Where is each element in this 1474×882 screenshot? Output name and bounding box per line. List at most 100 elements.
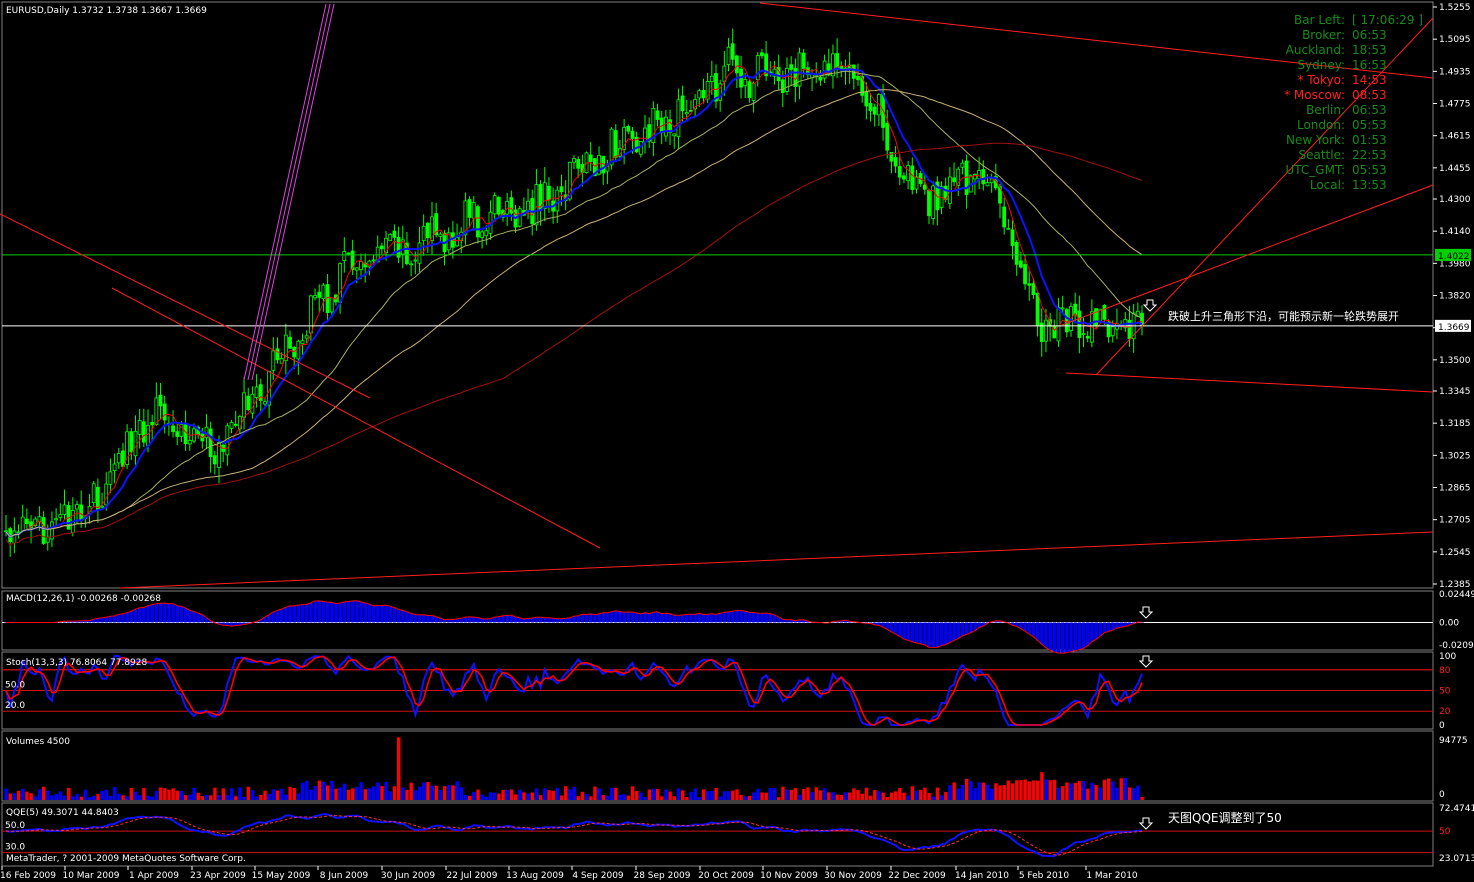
candle-body <box>54 518 59 521</box>
candle-body <box>175 431 180 437</box>
candle-body <box>338 263 343 303</box>
qqe-line-1 <box>5 813 1143 858</box>
candle-body <box>613 130 618 158</box>
candle-body <box>1027 283 1032 286</box>
candle-body <box>818 76 823 81</box>
macd-bar <box>409 613 413 623</box>
volume-bar <box>146 795 150 800</box>
volume-bar <box>893 791 898 800</box>
volume-bar <box>413 790 418 800</box>
date-tick-label: 4 Sep 2009 <box>572 871 624 881</box>
macd-bar <box>325 602 330 623</box>
volume-bar <box>559 795 564 800</box>
macd-bar <box>543 617 547 623</box>
clock-value: 01:53 <box>1352 133 1387 147</box>
stochastic-panel[interactable]: 50.0 20.0 <box>2 654 1433 726</box>
volume-bar <box>58 791 63 800</box>
macd-bar <box>923 622 927 645</box>
candle-body <box>952 177 956 183</box>
date-tick-label: 14 Jan 2010 <box>955 871 1009 881</box>
candle-body <box>392 230 397 238</box>
volume-bar <box>221 788 225 800</box>
macd-bar <box>117 614 121 623</box>
volume-bar <box>167 789 171 800</box>
candle-body <box>831 53 835 77</box>
candle-body <box>212 455 217 465</box>
macd-bar <box>292 606 296 623</box>
macd-bar <box>480 618 484 623</box>
volume-bar <box>472 791 476 800</box>
volume-bar <box>217 795 221 800</box>
volume-bar <box>760 792 764 800</box>
macd-bar <box>580 614 585 623</box>
candle-body <box>734 55 739 74</box>
volume-bar <box>718 796 722 800</box>
volume-bar <box>16 790 21 800</box>
macd-bar <box>935 622 940 648</box>
volume-bar <box>789 789 793 800</box>
macd-bar <box>133 609 138 623</box>
macd-bar <box>589 613 593 623</box>
volume-bar <box>342 783 347 800</box>
price-panel[interactable]: Bar Left: [ 17:06:29 ] Broker: 06:53 Aucklan… <box>0 2 1434 589</box>
candle-body <box>104 483 109 506</box>
volume-bar <box>363 789 367 800</box>
volume-bar <box>944 791 948 800</box>
clock-label: Bar Left: <box>1294 13 1345 27</box>
volume-bar <box>92 796 96 800</box>
macd-bar <box>680 614 685 623</box>
volume-bar <box>108 795 113 800</box>
volumes-panel[interactable] <box>4 737 1144 800</box>
volume-bar <box>660 796 664 800</box>
candle-body <box>300 340 305 345</box>
volume-bar <box>605 795 610 800</box>
candle-body <box>346 252 351 255</box>
macd-bar <box>739 610 743 623</box>
candle-body <box>1073 303 1078 315</box>
macd-bar <box>530 618 535 623</box>
volume-bar <box>1136 785 1140 800</box>
clock-value: 06:53 <box>1352 28 1387 42</box>
volume-bar <box>422 782 426 800</box>
candle-body <box>701 89 706 99</box>
price-tick-label: 1.4455 <box>1439 164 1471 174</box>
candle-body <box>897 166 902 178</box>
candle-body <box>371 259 376 262</box>
macd-bar <box>317 600 322 623</box>
candle-body <box>321 284 326 300</box>
volume-bar <box>346 789 351 800</box>
stoch-tick-label: 80 <box>1439 666 1451 676</box>
candle-body <box>534 184 539 226</box>
volume-bar <box>62 795 67 800</box>
channel-line <box>247 3 331 381</box>
macd-bar <box>664 613 668 623</box>
candle-body <box>476 206 480 238</box>
volume-bar <box>735 789 739 800</box>
volume-bar <box>1077 781 1082 800</box>
volume-bar <box>263 790 267 800</box>
volume-bar <box>175 790 180 800</box>
macd-bar <box>129 611 134 623</box>
candle-body <box>576 159 581 169</box>
clock-label: Broker: <box>1302 28 1345 42</box>
qqe-tick-label: 23.0713 <box>1439 854 1474 864</box>
chart-canvas[interactable]: Bar Left: [ 17:06:29 ] Broker: 06:53 Aucklan… <box>0 0 1474 882</box>
candle-body <box>91 483 96 504</box>
volume-bar <box>593 786 597 800</box>
volume-bar <box>952 782 956 800</box>
volume-bar <box>518 789 522 800</box>
volume-bar <box>280 788 284 800</box>
macd-bar <box>756 613 760 623</box>
price-tick-label: 1.3820 <box>1439 292 1471 302</box>
volume-bar <box>651 788 656 800</box>
candle-body <box>108 471 113 485</box>
volume-bar <box>814 787 819 800</box>
volume-bar <box>526 793 530 800</box>
candle-body <box>421 225 426 241</box>
volume-bar <box>488 792 493 800</box>
macd-bar <box>952 622 956 641</box>
macd-bar <box>313 600 317 623</box>
volume-bar <box>1048 780 1052 800</box>
macd-panel[interactable] <box>2 600 1433 654</box>
candle-body <box>359 261 363 270</box>
